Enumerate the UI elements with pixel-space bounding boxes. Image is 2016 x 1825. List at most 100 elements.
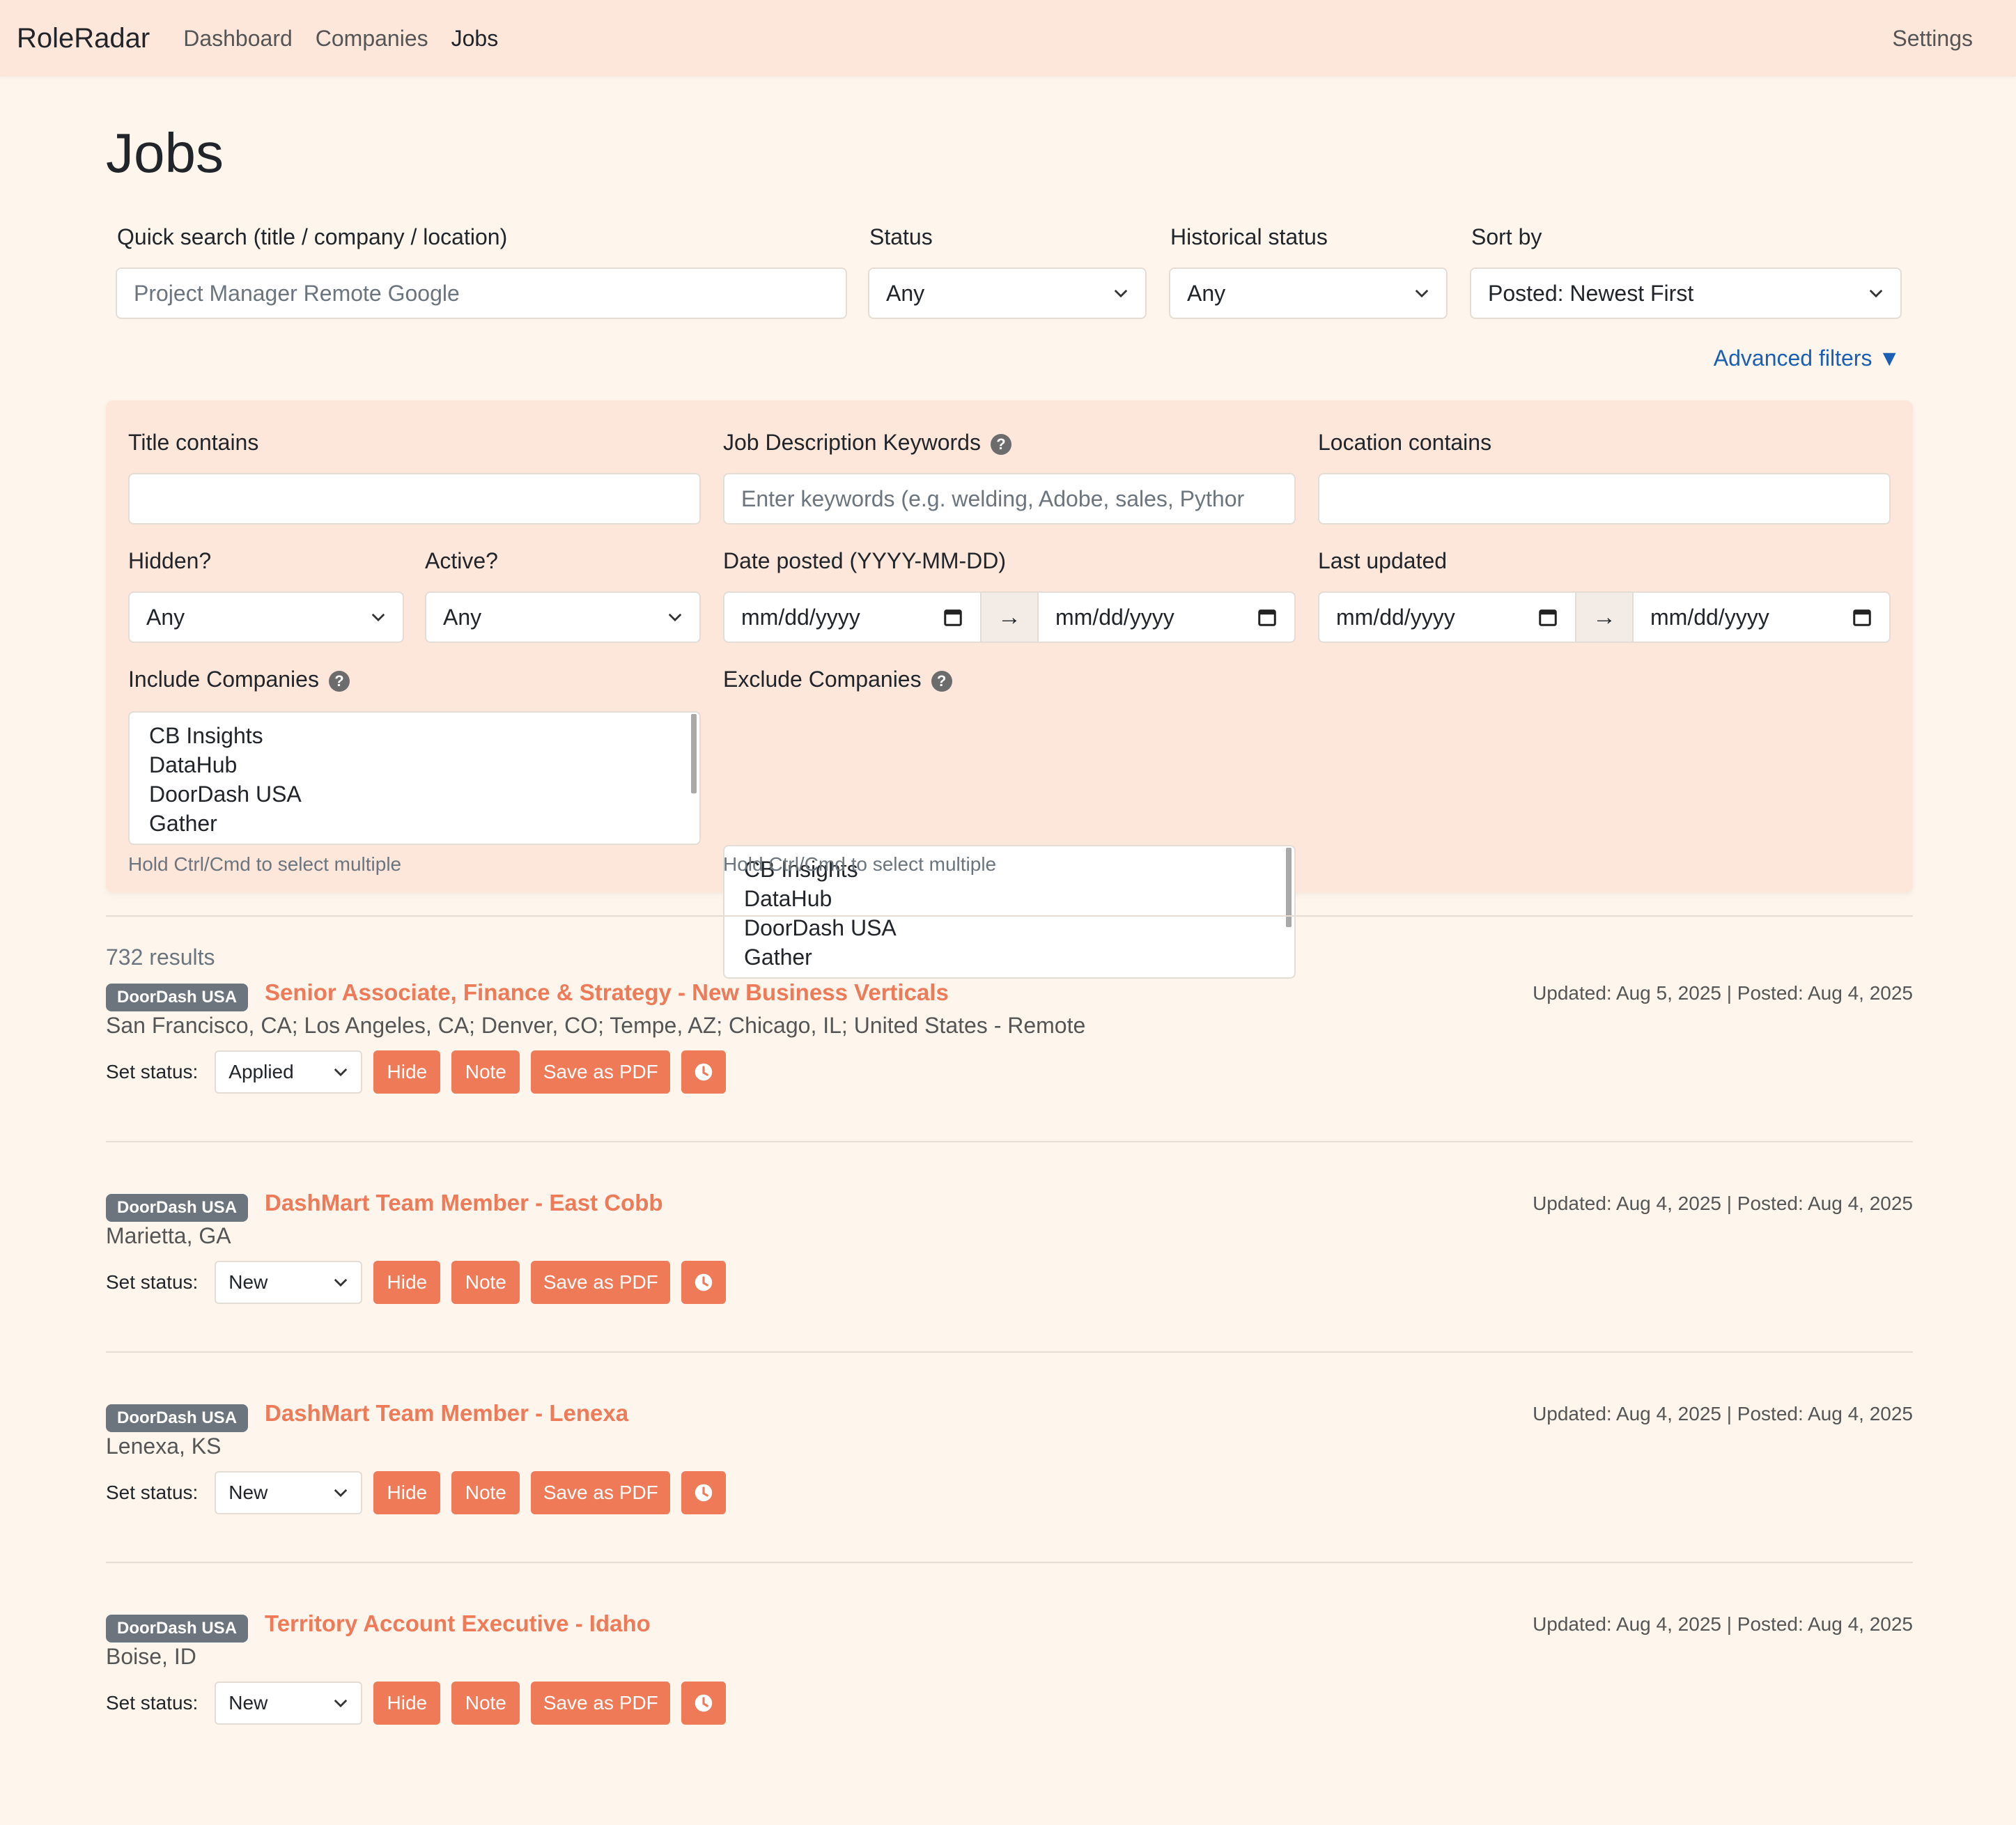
job-location: Boise, ID [106, 1644, 196, 1669]
help-icon[interactable]: ? [990, 433, 1011, 455]
job-title-link[interactable]: Senior Associate, Finance & Strategy - N… [265, 979, 949, 1006]
historical-status-select[interactable]: Any [1169, 267, 1448, 319]
company-option[interactable]: Gather [149, 809, 680, 838]
job-title-link[interactable]: Territory Account Executive - Idaho [265, 1610, 651, 1637]
exclude-companies-label-text: Exclude Companies [723, 667, 922, 692]
last-updated-from[interactable]: mm/dd/yyyy [1318, 591, 1576, 643]
sort-by-select[interactable]: Posted: Newest First [1470, 267, 1902, 319]
calendar-icon[interactable] [1852, 607, 1872, 628]
history-button[interactable] [681, 1682, 727, 1725]
hide-button[interactable]: Hide [373, 1261, 441, 1304]
hide-button[interactable]: Hide [373, 1471, 441, 1514]
chevron-down-icon [1114, 289, 1128, 298]
job-actions: Set status: Applied Hide Note Save as PD… [106, 1050, 737, 1094]
set-status-label: Set status: [106, 1692, 199, 1714]
note-button[interactable]: Note [451, 1471, 520, 1514]
save-pdf-button[interactable]: Save as PDF [531, 1682, 671, 1725]
calendar-icon[interactable] [1257, 607, 1278, 628]
status-filter-select[interactable]: Any [868, 267, 1147, 319]
save-pdf-button[interactable]: Save as PDF [531, 1471, 671, 1514]
job-status-select[interactable]: New [215, 1471, 363, 1514]
job-item: DoorDash USA DashMart Team Member - East… [106, 1190, 1913, 1404]
active-filter-label: Active? [425, 548, 498, 573]
keywords-label-text: Job Description Keywords [723, 430, 981, 455]
date-posted-from[interactable]: mm/dd/yyyy [723, 591, 982, 643]
history-button[interactable] [681, 1261, 727, 1304]
keywords-input[interactable]: Enter keywords (e.g. welding, Adobe, sal… [723, 473, 1296, 525]
include-companies-label-text: Include Companies [128, 667, 319, 692]
historical-status-value: Any [1187, 280, 1226, 306]
company-option[interactable]: CB Insights [149, 721, 680, 750]
page-title: Jobs [106, 122, 224, 184]
date-posted-to-value: mm/dd/yyyy [1055, 604, 1174, 630]
job-dates: Updated: Aug 4, 2025 | Posted: Aug 4, 20… [1533, 1403, 1913, 1424]
exclude-hint: Hold Ctrl/Cmd to select multiple [723, 853, 997, 875]
company-option[interactable]: NBR [149, 838, 680, 844]
clock-icon [695, 1484, 713, 1502]
brand-logo[interactable]: RoleRadar [17, 23, 150, 54]
company-option[interactable]: DataHub [149, 750, 680, 779]
history-button[interactable] [681, 1471, 727, 1514]
location-contains-input[interactable] [1318, 473, 1891, 525]
help-icon[interactable]: ? [328, 670, 350, 692]
job-actions: Set status: New Hide Note Save as PDF [106, 1471, 737, 1514]
nav-link-jobs[interactable]: Jobs [451, 26, 499, 52]
keywords-label: Job Description Keywords? [723, 430, 1011, 456]
job-location: Lenexa, KS [106, 1434, 222, 1459]
history-button[interactable] [681, 1050, 727, 1094]
advanced-filters-toggle[interactable]: Advanced filters ▼ [1714, 345, 1900, 371]
company-option[interactable]: Gather [744, 942, 1275, 972]
save-pdf-button[interactable]: Save as PDF [531, 1261, 671, 1304]
include-companies-select[interactable]: CB Insights DataHub DoorDash USA Gather … [128, 711, 701, 845]
historical-status-label: Historical status [1170, 224, 1328, 249]
nav-link-dashboard[interactable]: Dashboard [183, 26, 293, 52]
date-posted-to[interactable]: mm/dd/yyyy [1037, 591, 1296, 643]
company-badge: DoorDash USA [106, 1404, 249, 1432]
active-filter-select[interactable]: Any [425, 591, 701, 643]
job-status-value: New [228, 1692, 268, 1714]
job-status-select[interactable]: New [215, 1261, 363, 1304]
help-icon[interactable]: ? [931, 670, 952, 692]
active-filter-value: Any [443, 604, 482, 630]
note-button[interactable]: Note [451, 1682, 520, 1725]
title-contains-label: Title contains [128, 430, 259, 455]
range-arrow: → [982, 591, 1037, 643]
save-pdf-button[interactable]: Save as PDF [531, 1050, 671, 1094]
company-option[interactable]: NBR [744, 972, 1275, 977]
nav-link-companies[interactable]: Companies [316, 26, 428, 52]
title-contains-input[interactable] [128, 473, 701, 525]
set-status-label: Set status: [106, 1482, 199, 1503]
company-option[interactable]: DoorDash USA [149, 779, 680, 809]
sort-by-label: Sort by [1471, 224, 1542, 249]
calendar-icon[interactable] [943, 607, 963, 628]
nav-link-settings[interactable]: Settings [1892, 26, 1973, 52]
job-item: DoorDash USA DashMart Team Member - Lene… [106, 1400, 1913, 1615]
job-location: San Francisco, CA; Los Angeles, CA; Denv… [106, 1013, 1086, 1038]
chevron-down-icon [334, 1278, 348, 1287]
calendar-icon[interactable] [1537, 607, 1558, 628]
job-separator [106, 1562, 1913, 1563]
note-button[interactable]: Note [451, 1050, 520, 1094]
company-badge: DoorDash USA [106, 1615, 249, 1642]
include-companies-label: Include Companies? [128, 667, 350, 692]
quick-search-input[interactable]: Project Manager Remote Google [116, 267, 847, 319]
include-hint: Hold Ctrl/Cmd to select multiple [128, 853, 402, 875]
clock-icon [695, 1694, 713, 1712]
hide-button[interactable]: Hide [373, 1050, 441, 1094]
hidden-filter-label: Hidden? [128, 548, 212, 573]
date-posted-range: mm/dd/yyyy → mm/dd/yyyy [723, 591, 1296, 643]
job-title-link[interactable]: DashMart Team Member - Lenexa [265, 1400, 628, 1427]
company-badge: DoorDash USA [106, 1194, 249, 1222]
job-actions: Set status: New Hide Note Save as PDF [106, 1261, 737, 1304]
last-updated-to[interactable]: mm/dd/yyyy [1632, 591, 1891, 643]
job-title-link[interactable]: DashMart Team Member - East Cobb [265, 1190, 663, 1216]
chevron-down-icon [1415, 289, 1429, 298]
job-status-select[interactable]: New [215, 1682, 363, 1725]
company-option[interactable]: DataHub [744, 884, 1275, 913]
scrollbar[interactable] [691, 714, 697, 793]
company-option[interactable]: DoorDash USA [744, 913, 1275, 942]
note-button[interactable]: Note [451, 1261, 520, 1304]
hide-button[interactable]: Hide [373, 1682, 441, 1725]
hidden-filter-select[interactable]: Any [128, 591, 404, 643]
job-status-select[interactable]: Applied [215, 1050, 363, 1094]
